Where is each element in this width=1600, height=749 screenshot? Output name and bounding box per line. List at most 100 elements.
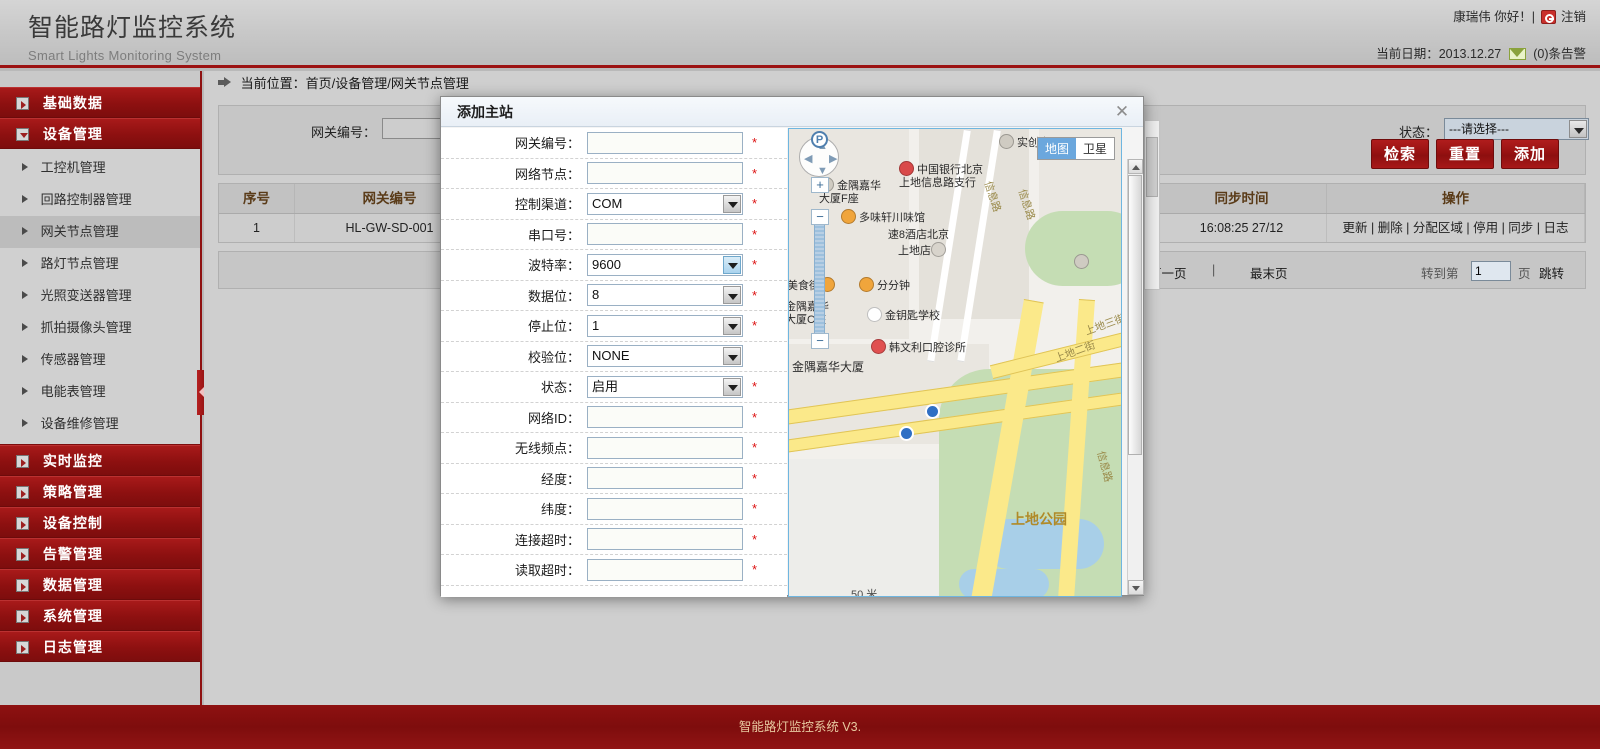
chevron-right-icon [22,195,28,203]
map-bus-stop[interactable] [925,404,943,420]
required-marker: * [752,562,757,577]
required-marker: * [752,135,757,150]
chevron-right-icon [22,291,28,299]
cell-index: 1 [219,214,295,242]
reset-button[interactable]: 重置 [1436,139,1494,169]
close-icon[interactable]: ✕ [1113,104,1131,122]
cell-operations[interactable]: 更新 | 删除 | 分配区域 | 停用 | 同步 | 日志 [1327,214,1585,242]
map-type-map[interactable]: 地图 [1038,138,1076,159]
page-unit-label: 页 [1518,263,1531,282]
baud-rate-select[interactable]: 9600 [587,254,743,276]
sidebar-group-log[interactable]: 日志管理 [0,631,200,662]
field-row-serial-port: 串口号： * [441,220,787,251]
alarm-count-link[interactable]: (0)条告警 [1533,47,1586,61]
status-select[interactable]: ---请选择--- [1444,118,1589,140]
chevron-right-icon [22,259,28,267]
scrollbar-thumb[interactable] [1146,137,1158,197]
map-zoom-slider[interactable] [814,211,825,341]
arrow-right-icon [218,77,231,88]
network-node-field[interactable] [587,162,743,184]
map-bus-stop[interactable] [899,426,917,442]
scroll-down-button[interactable] [1128,580,1144,595]
last-page-link[interactable]: 最末页 [1250,263,1288,282]
status-select[interactable]: 启用 [587,376,743,398]
map-canvas[interactable]: 信息路 信息路 上地二街 上地三街 信息路 实创大厦 中国银行北京上地信息路支行… [789,129,1121,596]
sidebar-group-device-control[interactable]: 设备控制 [0,507,200,538]
zoom-min-button[interactable]: − [811,333,829,349]
sidebar-item-sensor[interactable]: 传感器管理 [0,344,200,376]
dialog-vertical-scrollbar[interactable] [1127,159,1143,595]
serial-port-field[interactable] [587,223,743,245]
scrollbar-thumb[interactable] [1128,175,1142,455]
logout-link[interactable]: 注销 [1561,10,1586,24]
zoom-in-button[interactable]: + [811,177,829,193]
map-poi[interactable]: 速8酒店北京上地店 [887,229,949,258]
sidebar-item-gateway-node[interactable]: 网关节点管理 [0,216,200,248]
sidebar-item-capture-camera[interactable]: 抓拍摄像头管理 [0,312,200,344]
network-id-field[interactable] [587,406,743,428]
sidebar-item-device-maintenance[interactable]: 设备维修管理 [0,408,200,440]
content-vertical-scrollbar[interactable] [1144,120,1160,290]
scroll-up-button[interactable] [1128,159,1143,174]
field-label: 纬度： [441,499,587,518]
sidebar-group-strategy[interactable]: 策略管理 [0,476,200,507]
building-icon [1074,254,1089,269]
sidebar-group-label: 设备控制 [43,515,103,531]
map-type-satellite[interactable]: 卫星 [1076,138,1114,159]
longitude-field[interactable] [587,467,743,489]
page-number-input[interactable] [1471,261,1511,281]
sidebar-group-basic-data[interactable]: 基础数据 [0,87,200,118]
status-select-value: ---请选择--- [1449,122,1509,136]
sidebar-group-data[interactable]: 数据管理 [0,569,200,600]
field-row-read-timeout: 读取超时： * [441,555,787,586]
map-poi[interactable]: 韩文利口腔诊所 [871,339,966,355]
select-value: 9600 [592,257,621,272]
sidebar-group-system[interactable]: 系统管理 [0,600,200,631]
zoom-out-button[interactable]: − [811,209,829,225]
sidebar-item-loop-controller[interactable]: 回路控制器管理 [0,184,200,216]
sidebar: 基础数据 设备管理 工控机管理 回路控制器管理 网关节点管理 路灯节点管理 光照… [0,71,202,705]
connect-timeout-field[interactable] [587,528,743,550]
map-poi[interactable]: 美食街 [788,277,838,293]
date-alarm-bar: 当前日期：2013.12.27 (0)条告警 [1376,43,1586,62]
latitude-field[interactable] [587,498,743,520]
map-poi[interactable]: 多味轩川味馆 [841,209,925,225]
map-poi[interactable]: 分分钟 [859,277,910,293]
expand-icon [16,517,29,530]
parity-select[interactable]: NONE [587,345,743,367]
required-marker: * [752,196,757,211]
gateway-no-field[interactable] [587,132,743,154]
field-row-connect-timeout: 连接超时： * [441,525,787,556]
location-map[interactable]: 信息路 信息路 上地二街 上地三街 信息路 实创大厦 中国银行北京上地信息路支行… [788,128,1122,597]
search-button[interactable]: 检索 [1371,139,1429,169]
sidebar-item-industrial-pc[interactable]: 工控机管理 [0,152,200,184]
user-bar: 康瑞伟 你好！| 注销 [1376,6,1586,25]
map-poi[interactable]: 金隅嘉华大厦F座 [819,177,889,206]
collapse-icon [16,128,29,141]
sidebar-group-device-management[interactable]: 设备管理 [0,118,200,149]
current-date-label: 当前日期：2013.12.27 [1376,47,1501,61]
add-button[interactable]: 添加 [1501,139,1559,169]
wireless-frequency-field[interactable] [587,437,743,459]
field-label: 读取超时： [441,560,587,579]
sidebar-group-alarm[interactable]: 告警管理 [0,538,200,569]
map-poi[interactable]: 金隅嘉华大厦 [792,361,864,374]
map-poi[interactable]: 金钥匙学校 [867,307,940,323]
control-channel-select[interactable]: COM [587,193,743,215]
sidebar-item-streetlight-node[interactable]: 路灯节点管理 [0,248,200,280]
map-poi[interactable] [1074,254,1092,270]
field-label: 网络ID： [441,408,587,427]
dialog-body: 网关编号： * 网络节点： * 控制渠道： COM * 串口号： * [441,128,1143,595]
data-bits-select[interactable]: 8 [587,284,743,306]
sidebar-item-light-transmitter[interactable]: 光照变送器管理 [0,280,200,312]
field-label: 波特率： [441,255,587,274]
read-timeout-field[interactable] [587,559,743,581]
jump-button[interactable]: 跳转 [1539,263,1564,282]
sidebar-group-realtime-monitor[interactable]: 实时监控 [0,445,200,476]
sidebar-item-power-meter[interactable]: 电能表管理 [0,376,200,408]
building-icon [999,134,1014,149]
map-poi[interactable]: 中国银行北京上地信息路支行 [899,161,989,190]
sidebar-group-label: 数据管理 [43,577,103,593]
stop-bits-select[interactable]: 1 [587,315,743,337]
bus-icon [899,426,914,441]
